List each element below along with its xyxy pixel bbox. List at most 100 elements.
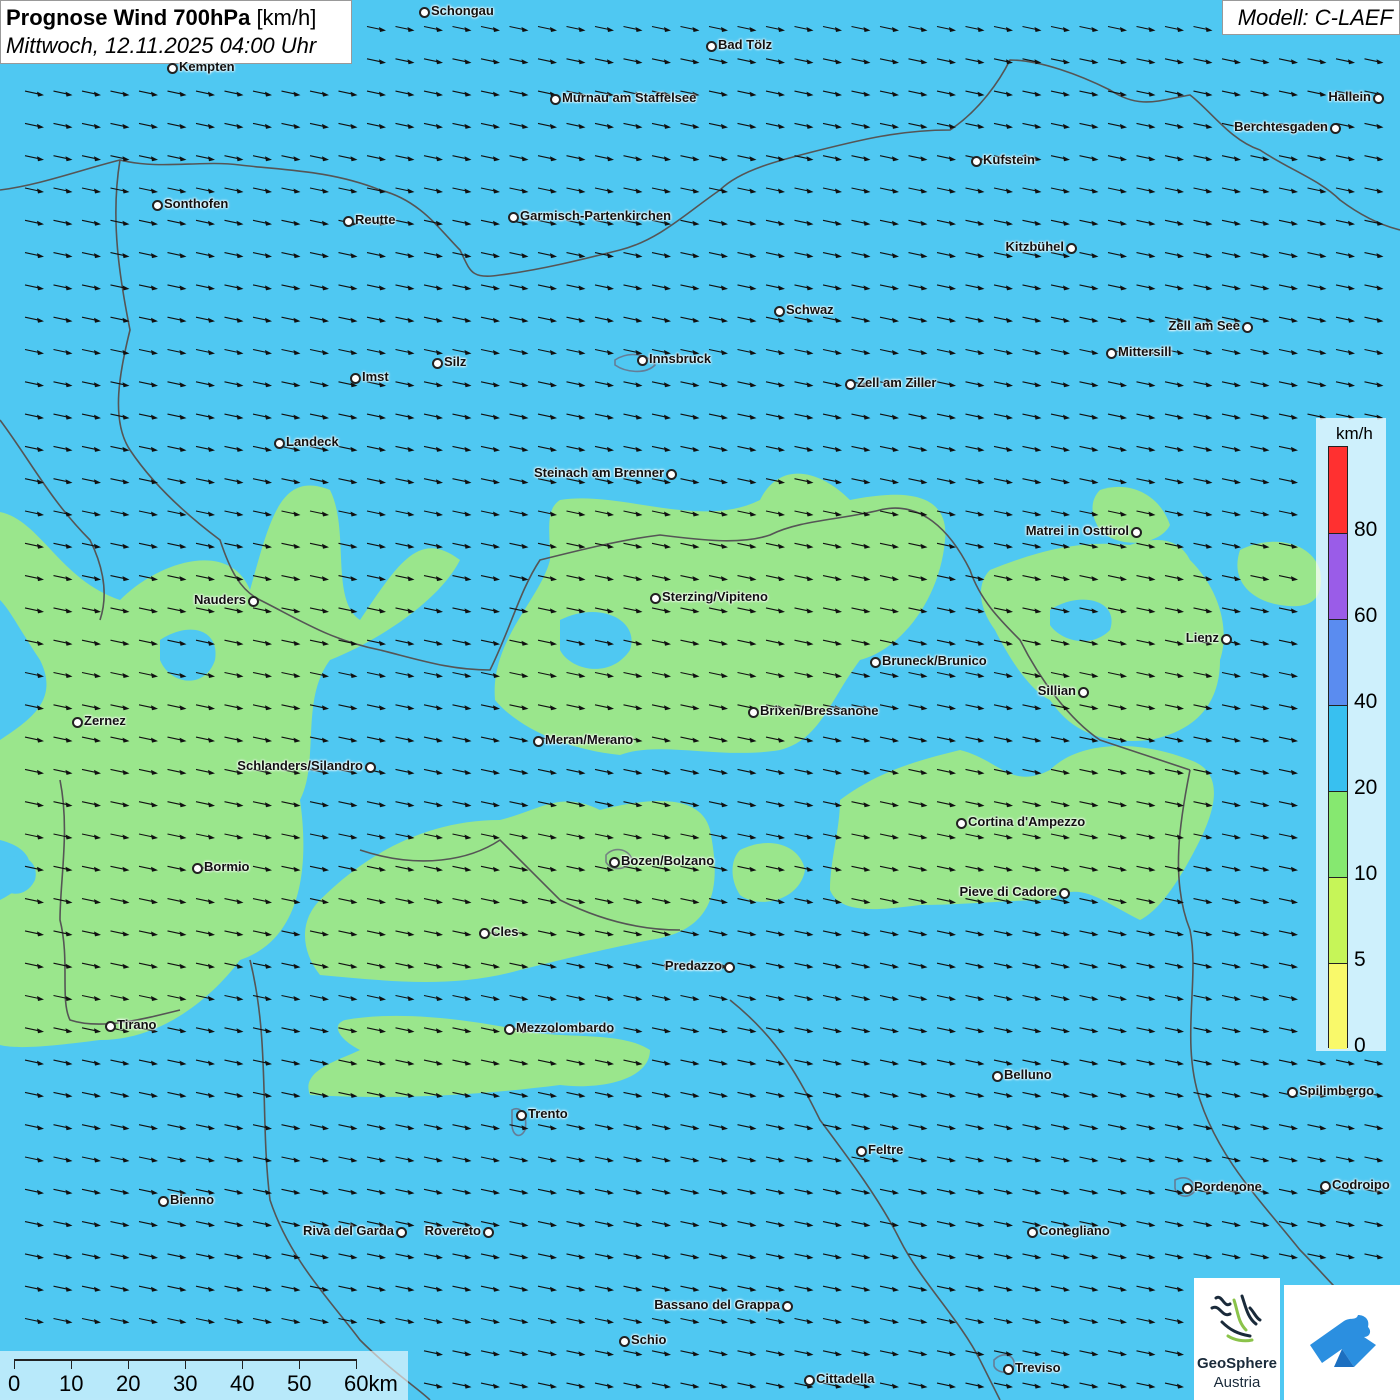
geosphere-logo[interactable]: GeoSphere Austria <box>1194 1278 1280 1400</box>
wind-arrow <box>366 639 382 644</box>
wind-arrow <box>594 801 610 806</box>
wind-arrow <box>195 445 211 450</box>
wind-arrow-head <box>635 1286 643 1292</box>
wind-arrow <box>309 155 325 160</box>
wind-arrow <box>965 25 980 31</box>
wind-arrow-head <box>322 1254 329 1260</box>
city-label-schio: Schio <box>631 1332 667 1347</box>
wind-arrow-head <box>863 1060 871 1066</box>
wind-arrow-head <box>977 996 985 1001</box>
wind-arrow-head <box>721 188 728 194</box>
wind-arrow <box>794 1059 809 1064</box>
wind-arrow-head <box>664 156 671 162</box>
wind-arrow-head <box>265 1222 272 1228</box>
wind-arrow <box>851 994 866 1000</box>
wind-arrow <box>1164 25 1180 31</box>
wind-arrow <box>423 1188 439 1193</box>
wind-arrow-head <box>1376 59 1384 65</box>
wind-arrow <box>936 155 952 160</box>
wind-arrow <box>224 1317 239 1323</box>
wind-arrow-head <box>236 996 244 1001</box>
wind-arrow-head <box>208 1125 215 1131</box>
wind-arrow-head <box>493 285 500 291</box>
wind-arrow-head <box>1177 1125 1184 1131</box>
wind-arrow-head <box>806 1157 814 1163</box>
scale-tick <box>242 1359 243 1369</box>
wind-arrow <box>651 1285 667 1290</box>
wind-arrow <box>936 607 952 612</box>
wind-arrow-head <box>1091 1254 1099 1260</box>
wind-arrow-head <box>493 802 500 808</box>
wind-arrow-head <box>407 1189 415 1195</box>
wind-arrow <box>651 122 667 127</box>
wind-arrow <box>737 90 752 95</box>
wind-arrow-head <box>1262 963 1270 969</box>
wind-arrow <box>423 1317 439 1323</box>
wind-arrow <box>224 1091 239 1096</box>
wind-arrow-head <box>1034 511 1042 517</box>
wind-arrow-head <box>94 382 101 388</box>
wind-arrow-head <box>692 446 700 452</box>
wind-arrow-head <box>949 608 956 614</box>
wind-arrow <box>81 155 97 160</box>
wind-arrow-head <box>550 1351 557 1357</box>
wind-arrow <box>908 445 923 450</box>
wind-arrow <box>452 671 467 677</box>
wind-arrow-head <box>835 931 842 937</box>
wind-arrow <box>965 252 980 257</box>
wind-arrow <box>1250 219 1265 224</box>
wind-arrow <box>537 1124 553 1129</box>
wind-arrow-head <box>806 1092 814 1098</box>
wind-arrow-head <box>1006 1028 1013 1034</box>
wind-arrow <box>993 1027 1009 1032</box>
wind-arrow-head <box>1120 996 1127 1001</box>
wind-arrow <box>879 445 895 450</box>
city-marker-pieve-di-cadore <box>1059 888 1070 899</box>
wind-arrow <box>1221 219 1237 224</box>
wind-arrow <box>167 1221 182 1226</box>
legend-colorbar <box>1328 446 1348 1049</box>
wind-arrow <box>1221 1091 1237 1096</box>
wind-arrow <box>281 1091 296 1096</box>
wind-arrow <box>765 1221 781 1226</box>
wind-arrow <box>24 1285 40 1290</box>
wind-arrow-head <box>1262 1092 1270 1098</box>
wind-arrow <box>1107 252 1123 257</box>
wind-arrow-head <box>521 1157 529 1163</box>
wind-arrow-head <box>664 1157 671 1163</box>
wind-arrow-head <box>578 963 586 969</box>
wind-arrow-head <box>1262 156 1270 162</box>
wind-arrow <box>1136 1221 1151 1226</box>
wind-arrow <box>594 122 610 127</box>
wind-arrow <box>395 704 410 709</box>
wind-arrow <box>1079 187 1094 192</box>
wind-arrow <box>53 445 68 450</box>
wind-arrow-head <box>1120 931 1127 937</box>
wind-arrow-head <box>464 737 472 743</box>
wind-arrow-head <box>322 834 329 840</box>
wind-arrow-head <box>1006 931 1013 937</box>
wind-arrow-head <box>1091 91 1099 97</box>
wind-arrow <box>395 252 410 257</box>
wind-arrow-head <box>521 91 529 97</box>
wind-arrow <box>537 1317 553 1323</box>
wind-arrow-head <box>692 996 700 1001</box>
wind-arrow <box>81 542 97 547</box>
partner-logo[interactable] <box>1284 1285 1400 1400</box>
wind-arrow-head <box>635 188 643 194</box>
wind-arrow-head <box>493 350 500 355</box>
wind-arrow <box>480 445 496 450</box>
wind-arrow-head <box>778 1286 785 1292</box>
wind-arrow-head <box>407 446 415 452</box>
wind-arrow-head <box>37 188 44 194</box>
wind-arrow <box>1221 736 1237 741</box>
wind-arrow <box>1164 510 1180 515</box>
wind-arrow-head <box>379 543 386 549</box>
wind-arrow-head <box>1319 188 1327 194</box>
wind-arrow-head <box>436 123 443 129</box>
wind-arrow-head <box>1234 769 1241 775</box>
wind-arrow-head <box>892 705 899 711</box>
wind-arrow-head <box>692 414 700 420</box>
wind-arrow <box>1107 1059 1123 1064</box>
wind-arrow-head <box>920 737 928 743</box>
